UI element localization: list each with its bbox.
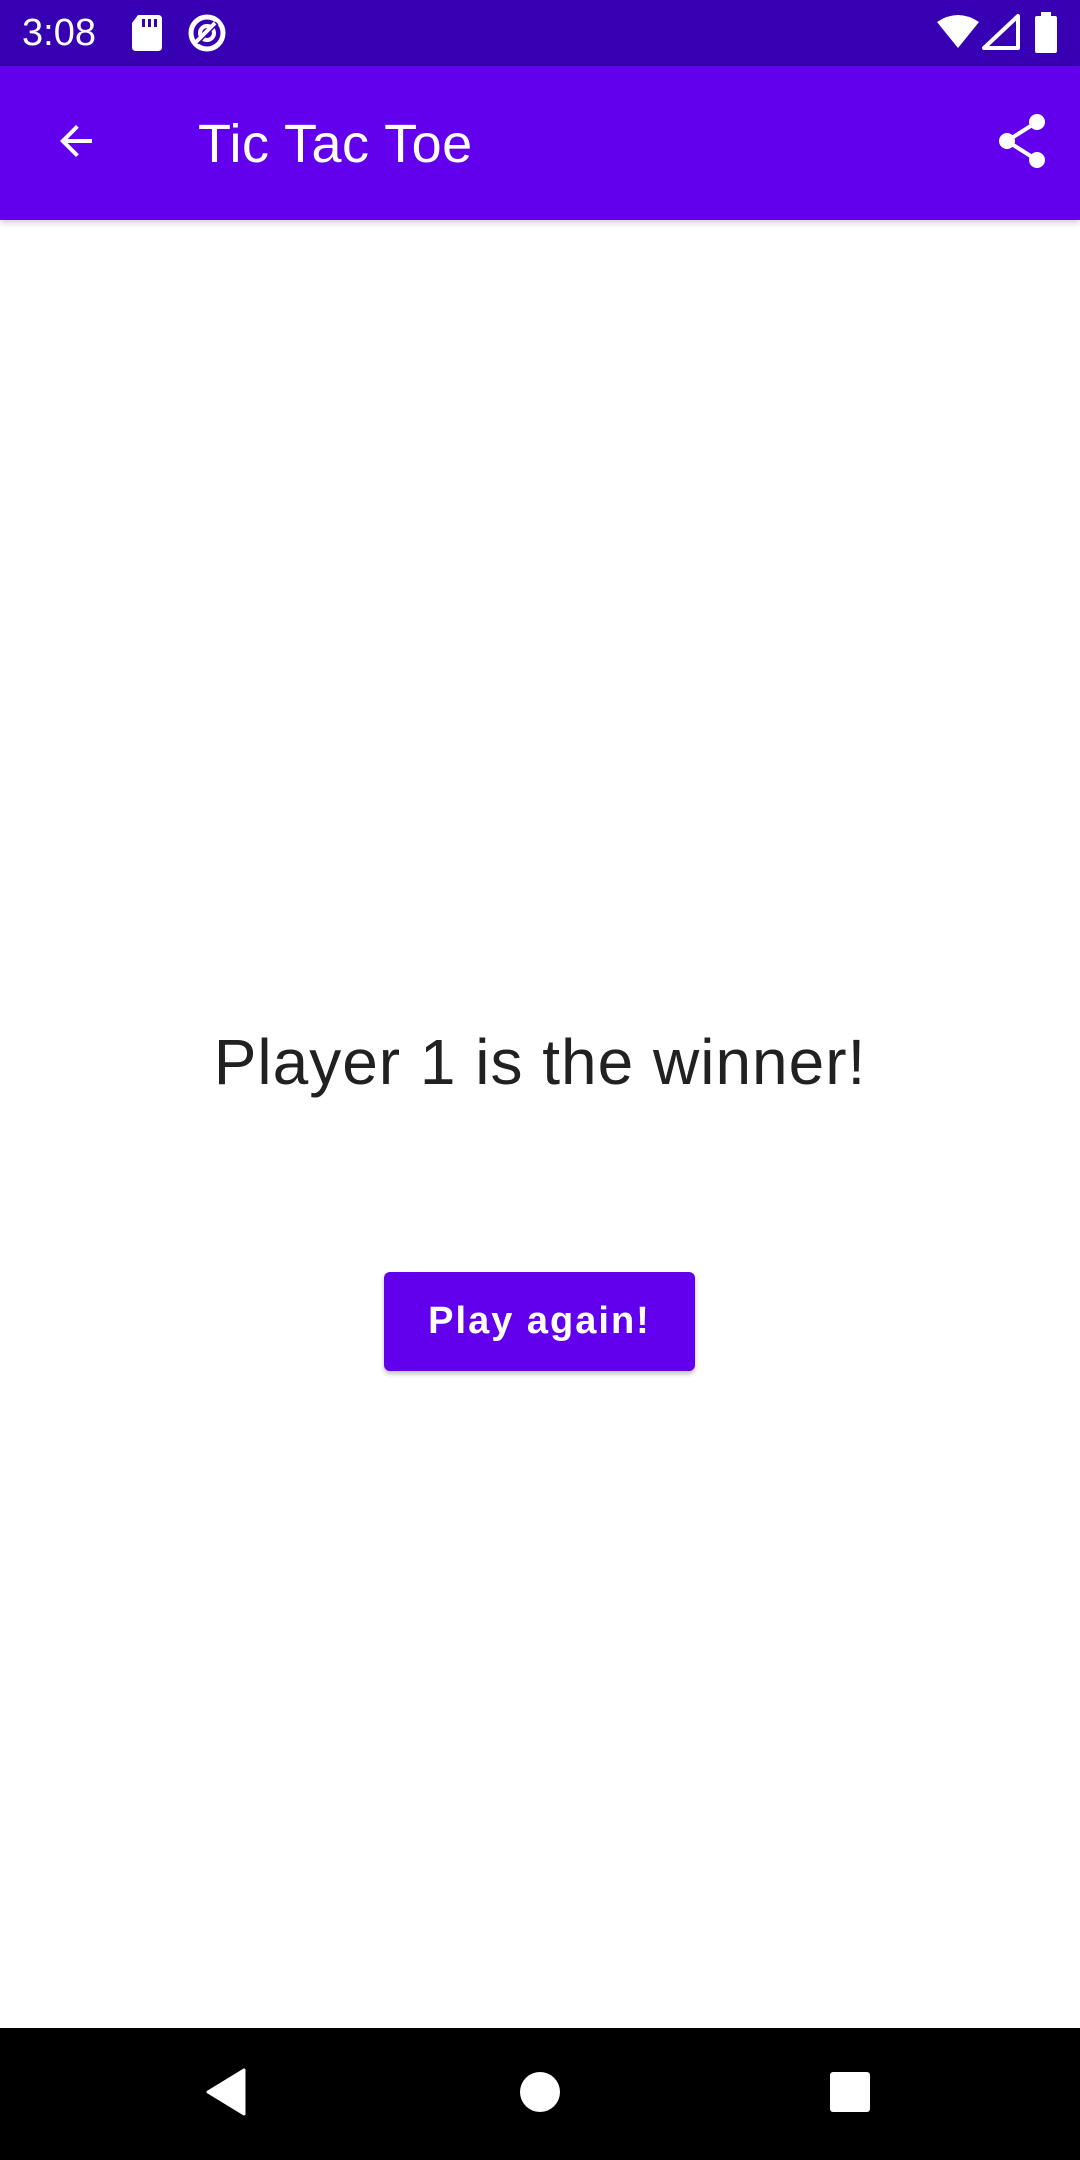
status-time: 3:08: [22, 12, 96, 54]
arrow-back-icon: [52, 117, 100, 170]
back-button[interactable]: [40, 107, 112, 179]
recents-square-icon: [829, 2071, 871, 2118]
cell-signal-icon: [982, 14, 1020, 54]
nav-home-button[interactable]: [504, 2058, 576, 2130]
navigation-bar: [0, 2028, 1080, 2160]
back-triangle-icon: [204, 2068, 248, 2121]
home-circle-icon: [518, 2070, 562, 2119]
winner-message: Player 1 is the winner!: [213, 1026, 867, 1098]
nav-recents-button[interactable]: [814, 2058, 886, 2130]
sd-card-icon: [130, 13, 164, 53]
wifi-icon: [936, 14, 980, 54]
nav-back-button[interactable]: [190, 2058, 262, 2130]
screen: 3:08 Tic Tac Toe Player 1 is the winner!…: [0, 0, 1080, 2160]
status-bar: 3:08: [0, 0, 1080, 66]
app-title: Tic Tac Toe: [198, 114, 473, 174]
app-bar: Tic Tac Toe: [0, 66, 1080, 220]
data-saver-icon: [186, 13, 228, 53]
battery-icon: [1034, 12, 1058, 53]
play-again-button[interactable]: Play again!: [384, 1272, 695, 1371]
share-button[interactable]: [986, 107, 1058, 179]
share-icon: [995, 112, 1049, 175]
